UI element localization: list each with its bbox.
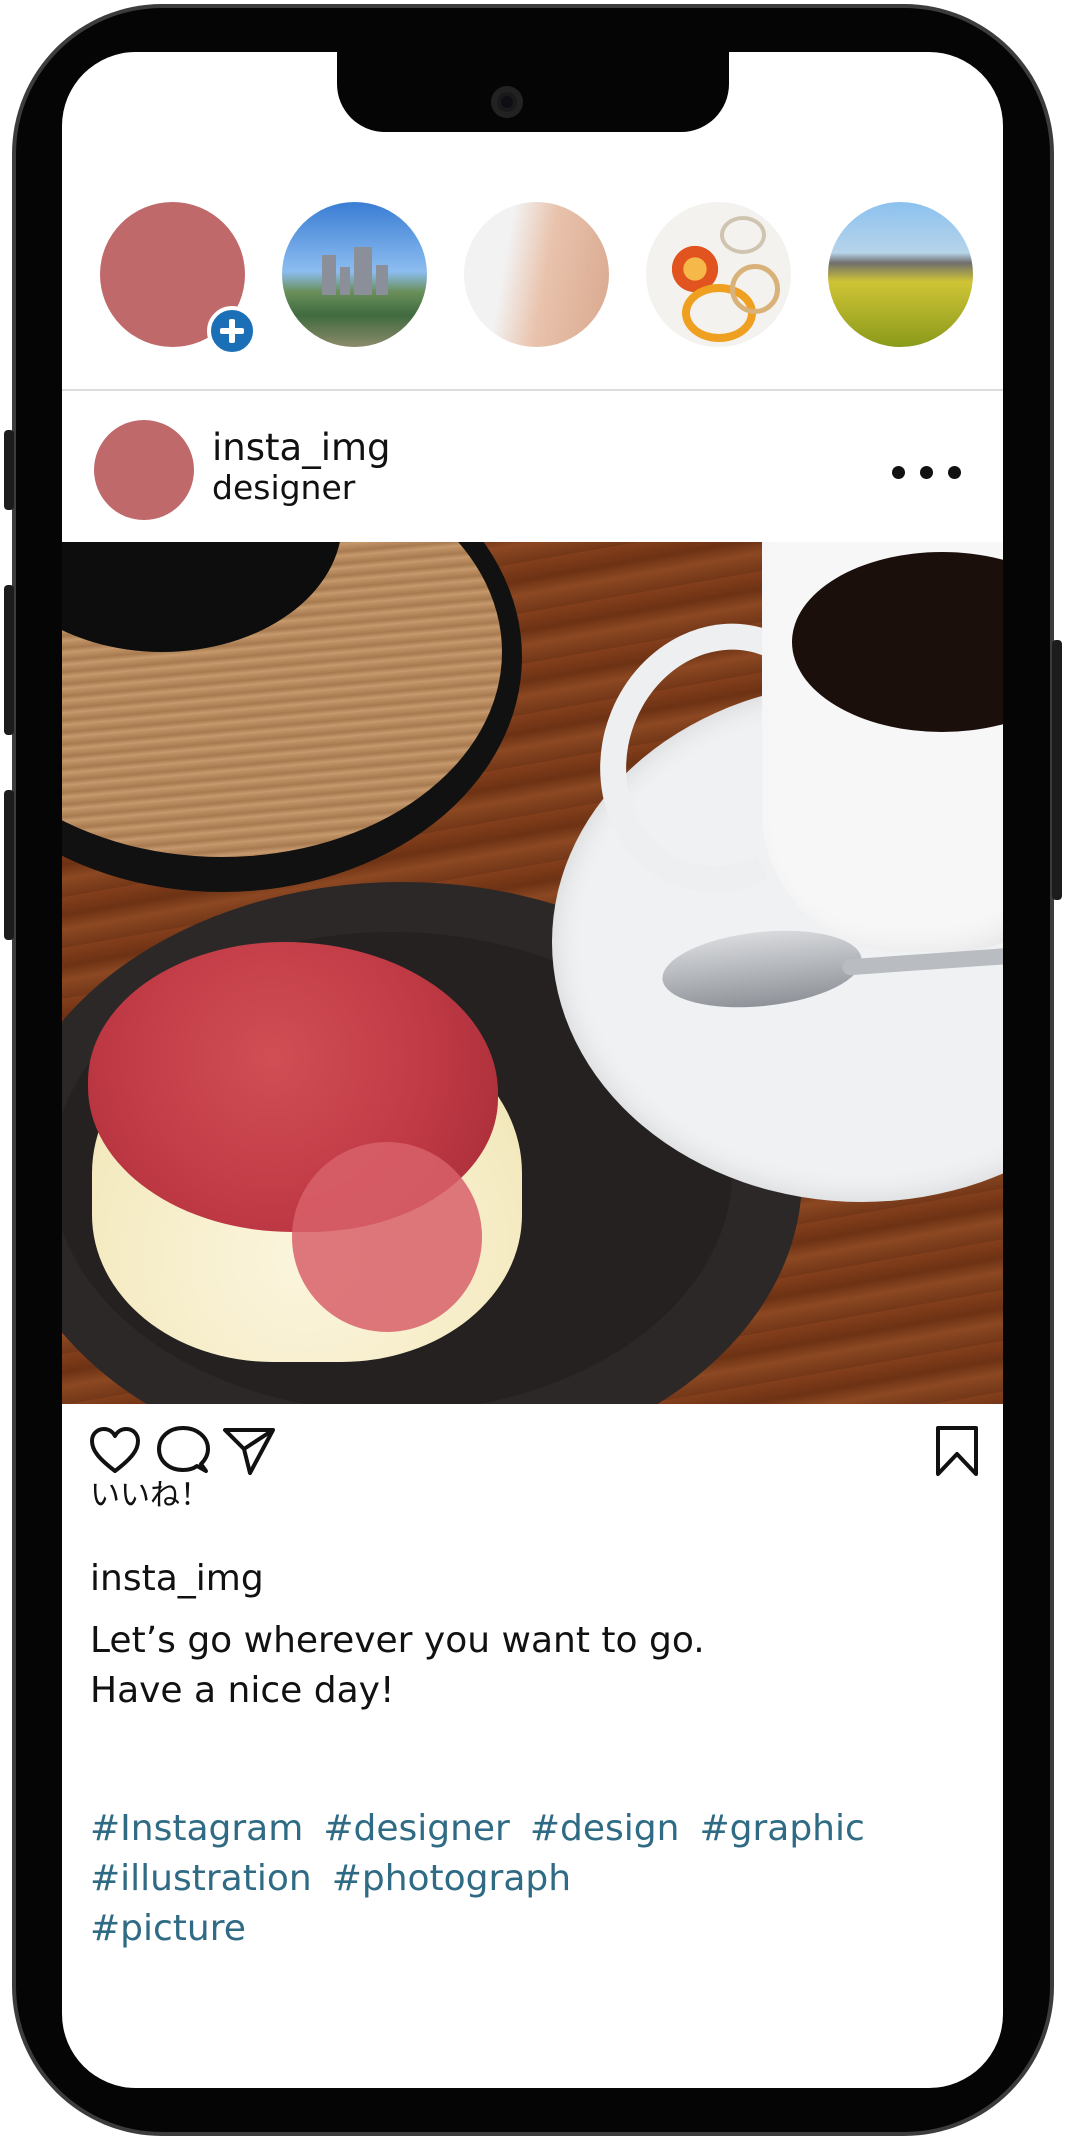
story-rings[interactable] bbox=[646, 202, 791, 347]
hashtag-link[interactable]: #illustration bbox=[90, 1858, 312, 1899]
hashtag-link[interactable]: #graphic bbox=[699, 1808, 864, 1849]
comment-icon[interactable] bbox=[156, 1424, 210, 1478]
hashtag-link[interactable]: #picture bbox=[90, 1908, 246, 1949]
phone-screen: insta_img designer いいね！ insta_img Let’s … bbox=[62, 52, 1003, 2088]
bookmark-icon[interactable] bbox=[930, 1424, 984, 1478]
heart-icon[interactable] bbox=[88, 1424, 142, 1478]
silent-switch bbox=[4, 430, 14, 510]
plus-icon[interactable] bbox=[207, 306, 257, 356]
story-earring[interactable] bbox=[464, 202, 609, 347]
volume-down-button bbox=[4, 790, 14, 940]
own-story-avatar[interactable] bbox=[100, 202, 257, 356]
hashtag-link[interactable]: #designer bbox=[323, 1808, 510, 1849]
story-city[interactable] bbox=[282, 202, 427, 347]
story-city-building bbox=[354, 247, 372, 295]
story-city-building bbox=[340, 267, 350, 295]
photo-jam-drip bbox=[292, 1142, 482, 1332]
hashtag-link[interactable]: #design bbox=[530, 1808, 680, 1849]
power-button bbox=[1052, 640, 1062, 900]
volume-up-button bbox=[4, 585, 14, 735]
stories-bar bbox=[62, 202, 1003, 356]
likes-label[interactable]: いいね！ bbox=[90, 1476, 210, 1516]
post-actions bbox=[62, 1404, 1003, 1484]
story-rings-ring bbox=[720, 216, 766, 254]
story-rings-ring bbox=[730, 264, 780, 314]
notch bbox=[337, 52, 729, 132]
more-dot bbox=[948, 466, 961, 479]
story-city-building bbox=[376, 265, 388, 295]
hashtag-link[interactable]: #photograph bbox=[332, 1858, 571, 1899]
hashtag-link[interactable]: #Instagram bbox=[90, 1808, 303, 1849]
story-field[interactable] bbox=[828, 202, 973, 347]
more-dots-icon[interactable] bbox=[892, 454, 962, 490]
post-subtitle: designer bbox=[212, 468, 356, 507]
post-username[interactable]: insta_img bbox=[212, 426, 391, 470]
more-dot bbox=[892, 466, 905, 479]
send-icon[interactable] bbox=[222, 1424, 276, 1478]
hashtags: #Instagram #designer #design #graphic #illu… bbox=[90, 1804, 970, 1954]
post-image[interactable] bbox=[62, 542, 1003, 1404]
stories-divider bbox=[62, 389, 1003, 391]
caption-line-1: Let’s go wherever you want to go. bbox=[90, 1620, 705, 1661]
front-camera bbox=[491, 86, 523, 118]
more-dot bbox=[920, 466, 933, 479]
post-avatar[interactable] bbox=[94, 420, 194, 520]
story-city-building bbox=[322, 255, 336, 295]
caption-username[interactable]: insta_img bbox=[90, 1556, 264, 1602]
caption-line-2: Have a nice day! bbox=[90, 1670, 395, 1711]
